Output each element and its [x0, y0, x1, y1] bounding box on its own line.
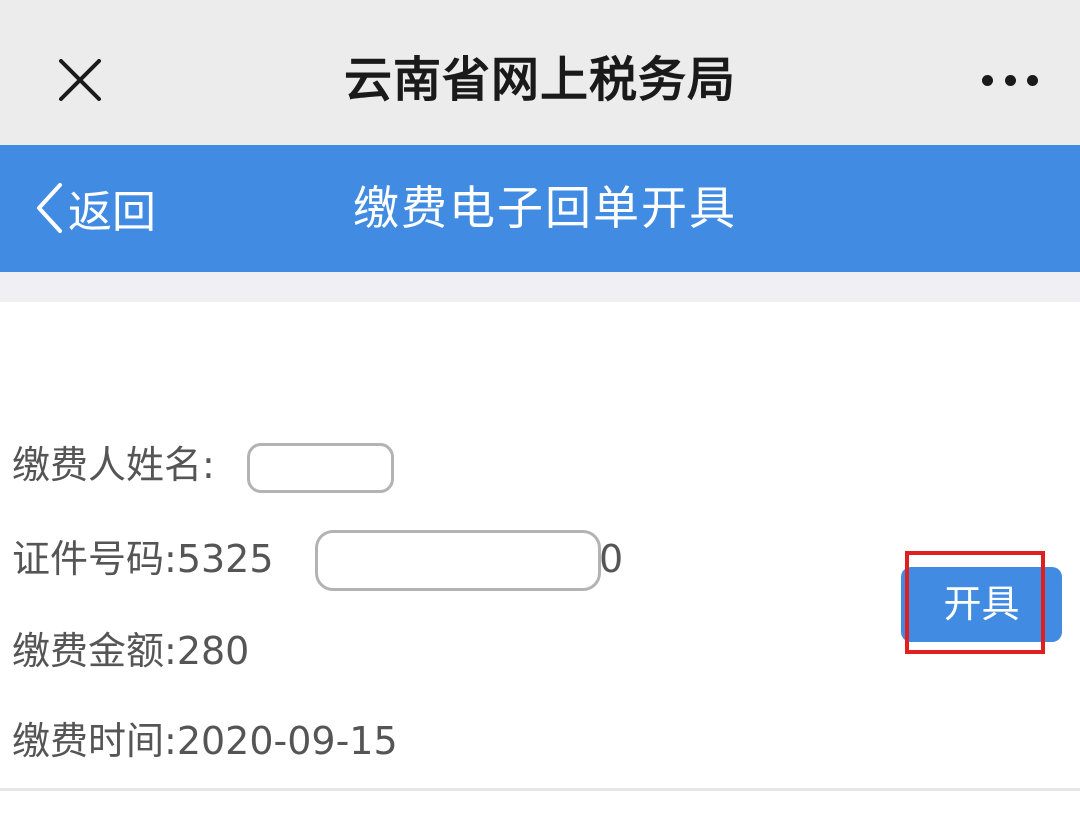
dot — [1027, 74, 1038, 86]
payment-record: 缴费人姓名: 证件号码:5325 0 缴费金额:280 缴费时间:2020-09… — [0, 302, 1080, 790]
id-number-prefix: 5325 — [176, 537, 274, 581]
payment-time-value: 2020-09-15 — [176, 719, 398, 763]
redaction-mask — [315, 530, 601, 591]
id-number-suffix: 0 — [599, 537, 624, 581]
back-label: 返回 — [68, 187, 156, 238]
id-number-label: 证件号码: — [12, 537, 177, 581]
amount-label: 缴费金额: — [12, 629, 177, 673]
chevron-left-icon — [37, 183, 62, 233]
payment-time-row: 缴费时间:2020-09-15 — [12, 711, 398, 771]
back-button[interactable]: 返回 — [34, 175, 156, 241]
payer-name-label: 缴费人姓名: — [12, 443, 215, 487]
payer-name-row: 缴费人姓名: — [12, 435, 215, 495]
page-nav-bar: 缴费电子回单开具 返回 — [0, 145, 1080, 272]
id-number-row: 证件号码:5325 — [12, 529, 274, 589]
app-title: 云南省网上税务局 — [343, 52, 736, 108]
highlight-box — [905, 551, 1045, 654]
page-title: 缴费电子回单开具 — [353, 181, 737, 235]
redaction-mask — [247, 443, 394, 493]
amount-row: 缴费金额:280 — [12, 621, 249, 681]
divider — [0, 788, 1080, 791]
more-dots-icon[interactable] — [982, 70, 1038, 90]
app-title-bar: 云南省网上税务局 — [0, 0, 1080, 145]
close-icon[interactable] — [55, 55, 105, 105]
section-separator — [0, 272, 1080, 302]
payment-time-label: 缴费时间: — [12, 719, 177, 763]
dot — [1004, 74, 1016, 86]
dot — [982, 74, 993, 86]
amount-value: 280 — [176, 629, 250, 673]
